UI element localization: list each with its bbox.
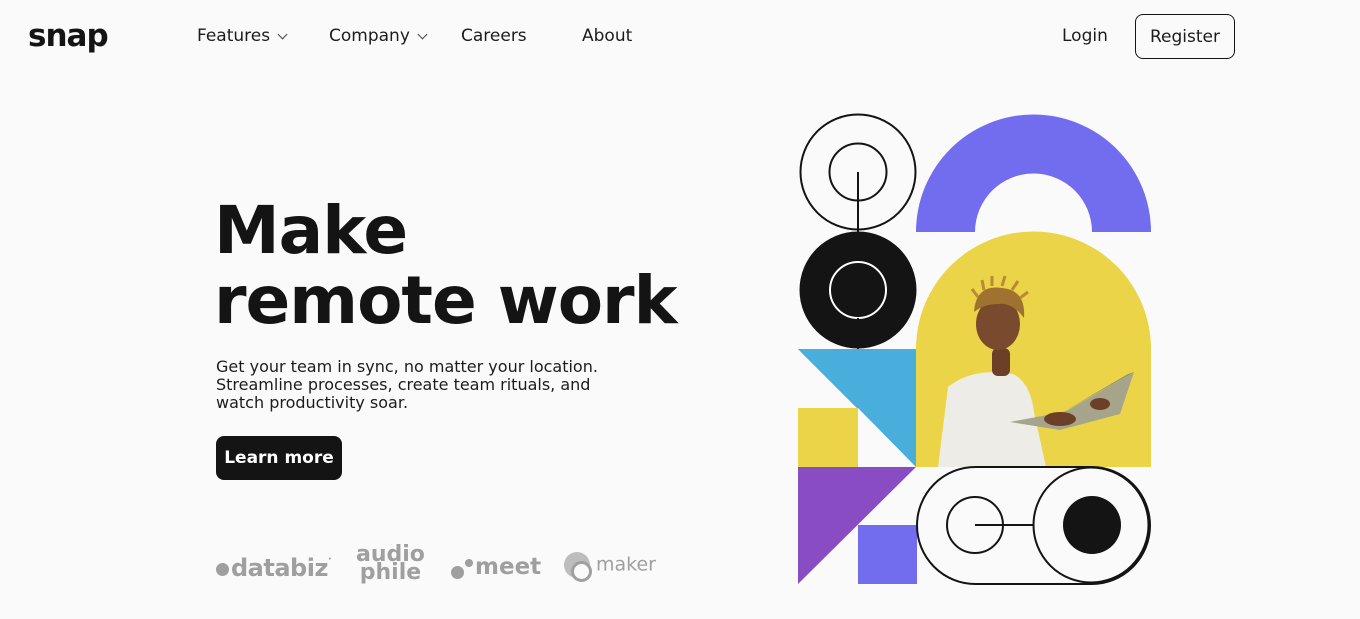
hero-description: Get your team in sync, no matter your lo… [216,358,656,412]
nav-item-company[interactable]: Company [329,24,428,48]
purple-arch-shape [916,114,1151,232]
learn-more-button[interactable]: Learn more [216,436,342,480]
meet-dots-icon [451,558,475,579]
nav-item-careers[interactable]: Careers [461,24,527,48]
audiophile-logo: audio phile [356,544,425,585]
pill-toggle-shape [916,466,1151,585]
maker-logo-text: maker [596,553,656,576]
hero-title-line-1: Make [214,192,408,269]
meet-logo: meet [451,554,541,580]
yellow-square-shape [798,408,858,467]
databiz-logo-text: databiz [231,554,328,582]
hero-title: Make remote work [214,196,684,336]
hero-description-line-2: Streamline processes, create team ritual… [216,375,591,394]
register-button[interactable]: Register [1135,14,1235,59]
login-link[interactable]: Login [1062,24,1108,48]
purple-square-shape [858,525,917,584]
target-circle-icon [799,113,917,232]
maker-logo: maker [564,552,656,582]
hero-title-line-2: remote work [214,262,677,339]
maker-ring-icon [564,552,592,582]
nav-item-company-label: Company [329,26,410,46]
snap-logo[interactable]: snap [28,18,109,54]
chevron-down-icon [417,29,428,40]
nav-item-about[interactable]: About [582,24,632,48]
databiz-logo: databiz· [216,554,332,582]
databiz-dot-icon [216,563,229,576]
nav-item-features-label: Features [197,26,271,46]
meet-logo-text: meet [475,554,542,580]
landing-page: snap Features Company Careers About Logi… [0,0,1360,619]
person-photo [916,231,1151,467]
audiophile-logo-line-2: phile [359,560,422,585]
chevron-down-icon [277,29,288,40]
hero-illustration [798,113,1151,585]
hero-description-line-3: watch productivity soar. [216,393,409,412]
nav-item-features[interactable]: Features [197,24,288,48]
hero-description-line-1: Get your team in sync, no matter your lo… [216,357,598,376]
